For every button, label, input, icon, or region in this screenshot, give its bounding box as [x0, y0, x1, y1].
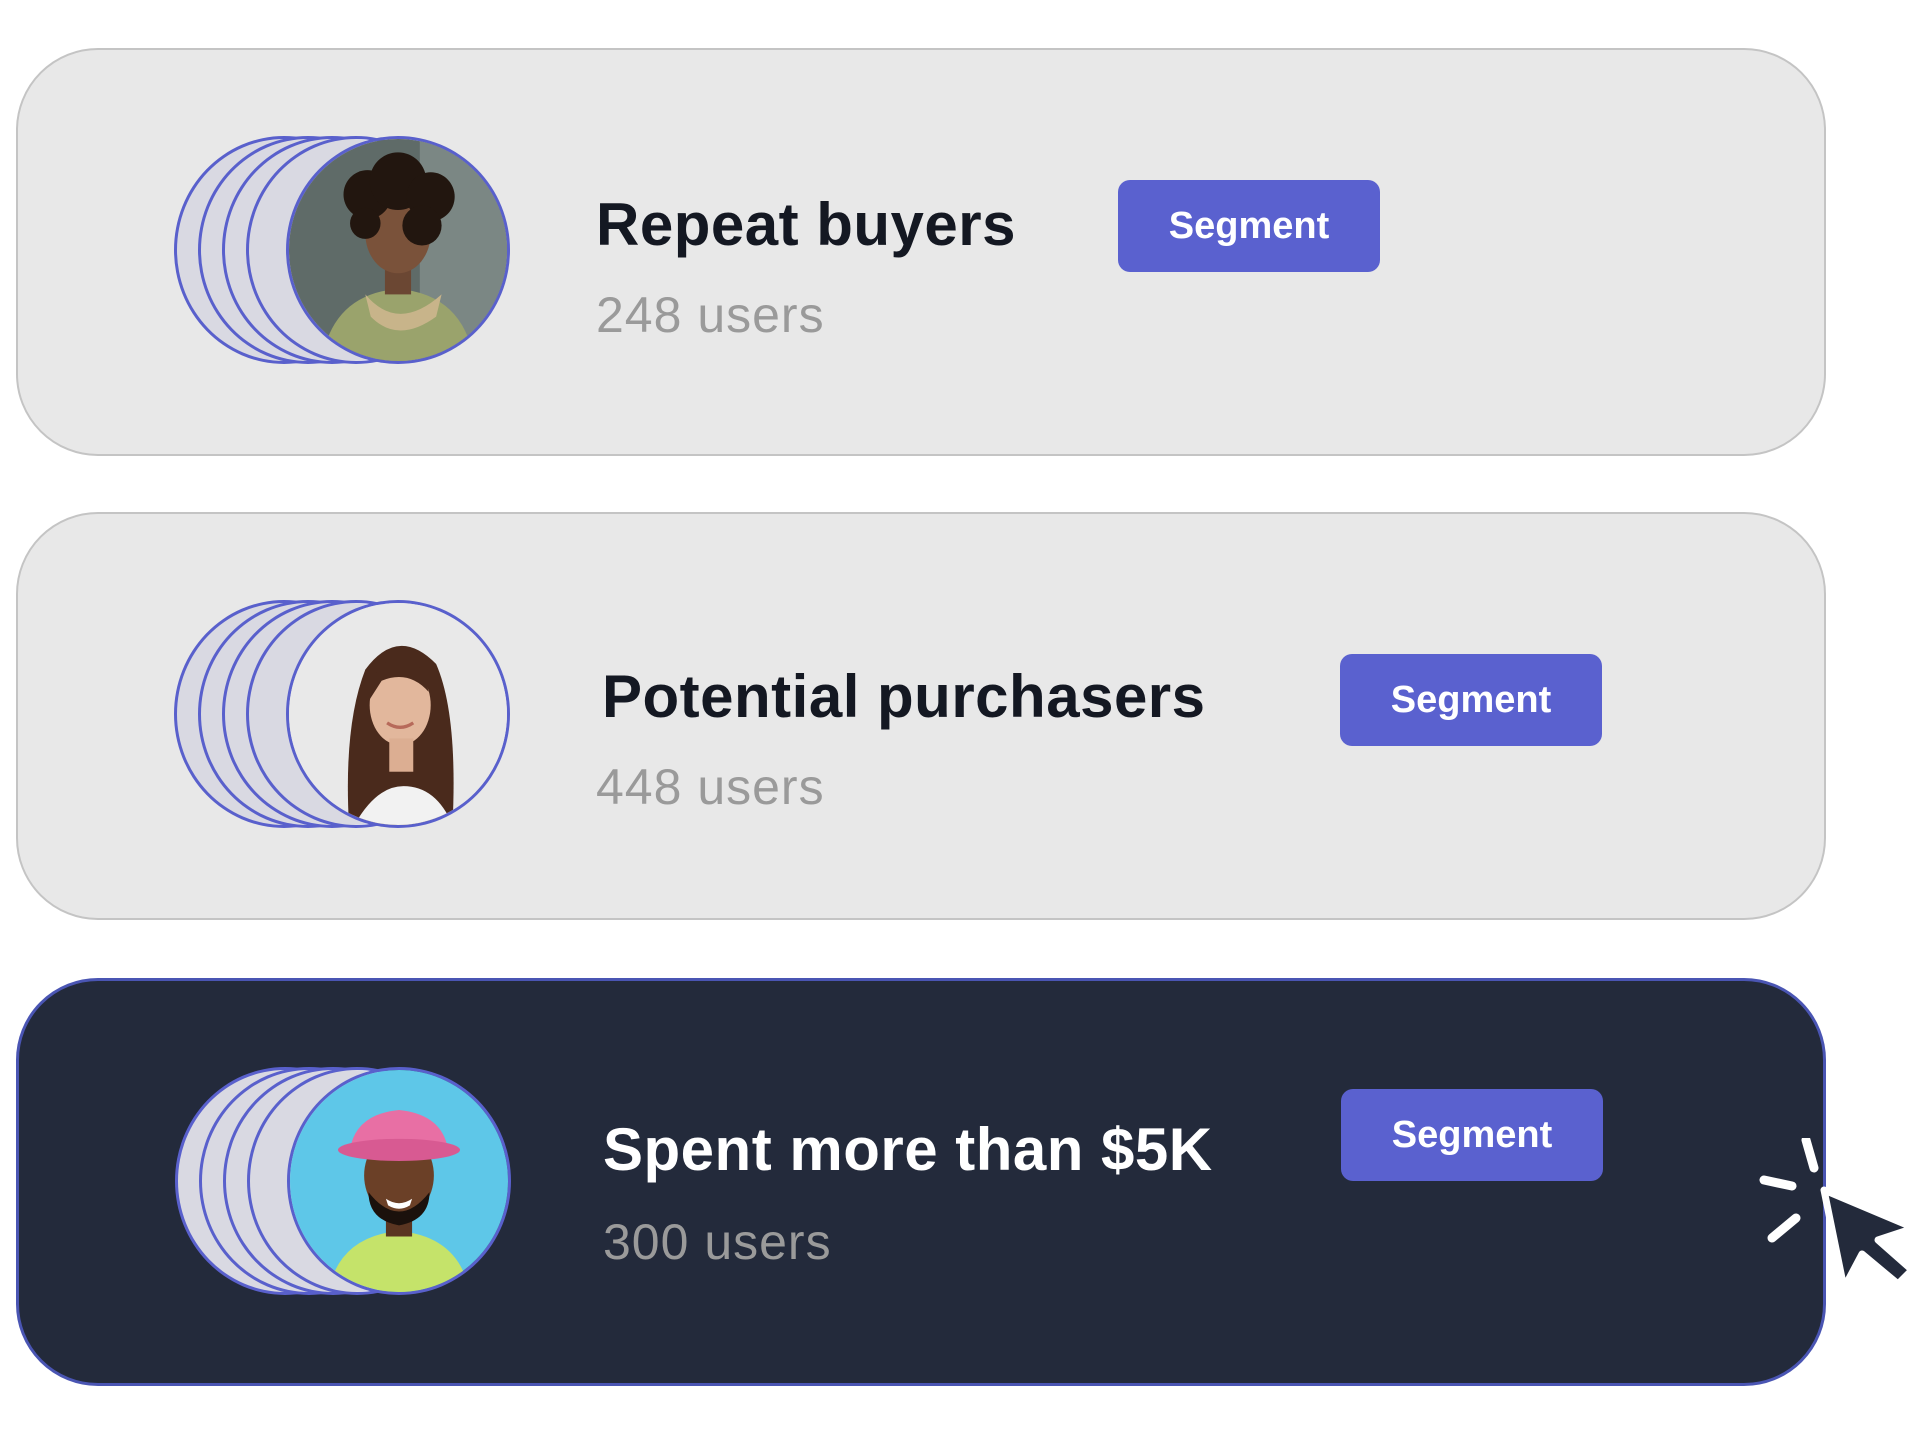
segment-badge[interactable]: Segment — [1118, 180, 1380, 272]
segment-title: Repeat buyers — [596, 191, 1016, 258]
woman-long-hair-avatar — [289, 603, 507, 825]
avatar — [287, 1067, 511, 1295]
segment-card-repeat-buyers[interactable]: Repeat buyers Segment 248 users — [16, 48, 1826, 456]
woman-curly-hair-avatar — [289, 139, 507, 361]
avatar-stack — [157, 1067, 517, 1299]
man-pink-hat-avatar — [290, 1070, 508, 1292]
avatar-stack — [156, 136, 516, 368]
avatar — [286, 136, 510, 364]
avatar-stack — [156, 600, 516, 832]
click-cursor-icon — [1758, 1138, 1923, 1298]
segment-user-count: 448 users — [596, 759, 825, 815]
segment-card-spent-more-than-5k[interactable]: Spent more than $5K Segment 300 users — [16, 978, 1826, 1386]
segment-user-count: 248 users — [596, 287, 825, 343]
segment-badge[interactable]: Segment — [1341, 1089, 1603, 1181]
avatar — [286, 600, 510, 828]
segment-title: Spent more than $5K — [603, 1116, 1213, 1183]
segment-badge[interactable]: Segment — [1340, 654, 1602, 746]
segment-card-potential-purchasers[interactable]: Potential purchasers Segment 448 users — [16, 512, 1826, 920]
segment-user-count: 300 users — [603, 1214, 832, 1270]
segment-title: Potential purchasers — [602, 663, 1206, 730]
